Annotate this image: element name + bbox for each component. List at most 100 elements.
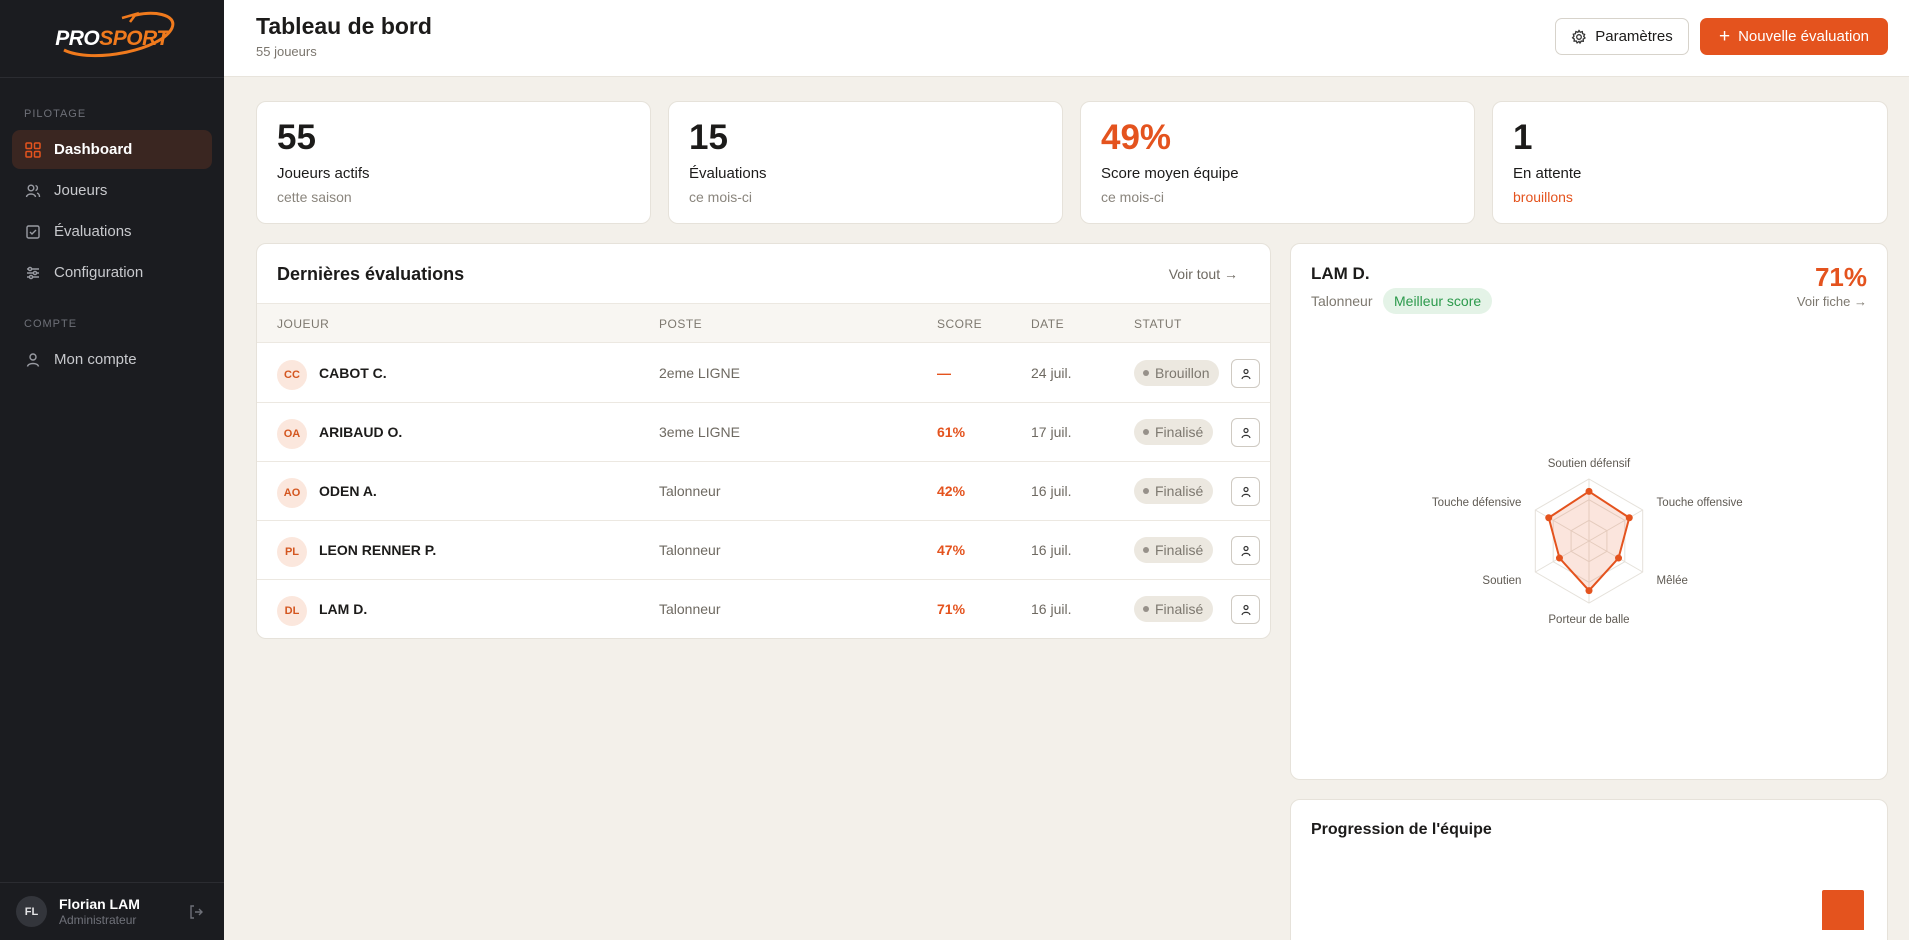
sidebar-item-dashboard[interactable]: Dashboard — [12, 130, 212, 169]
player-score: — — [937, 365, 951, 381]
column-header[interactable]: SCORE — [937, 317, 982, 331]
column-header[interactable]: JOUEUR — [277, 317, 329, 331]
radar-chart: Soutien défensif Touche offensive Mêlée Por… — [1432, 458, 1743, 626]
stat-label: Joueurs actifs — [277, 165, 370, 182]
team-progression-card: Progression de l'équipe — [1290, 799, 1888, 940]
sliders-icon — [24, 264, 42, 282]
stat-value: 49% — [1101, 118, 1172, 157]
player-score: 71% — [937, 601, 966, 617]
sidebar-item-configuration[interactable]: Configuration — [12, 253, 212, 292]
stat-sub: cette saison — [277, 189, 352, 205]
user-role: Administrateur — [59, 912, 137, 927]
avatar: CC — [277, 360, 307, 390]
column-header[interactable]: DATE — [1031, 317, 1064, 331]
sidebar-item-mon-compte[interactable]: Mon compte — [12, 340, 212, 379]
table-row[interactable]: AO ODEN A. Talonneur 42% 16 juil. Finali… — [257, 462, 1270, 521]
avatar: AO — [277, 478, 307, 508]
prosport-logo[interactable]: PROSPORT — [0, 0, 224, 78]
stat-label: En attente — [1513, 165, 1582, 182]
users-icon — [24, 182, 42, 200]
settings-button[interactable]: Paramètres — [1555, 18, 1689, 55]
column-header[interactable]: POSTE — [659, 317, 702, 331]
radar-axis-label: Soutien défensif — [1548, 458, 1631, 470]
radar-axis-label: Mêlée — [1657, 575, 1688, 587]
stat-sub[interactable]: brouillons — [1513, 189, 1573, 205]
player-position: Talonneur — [659, 601, 721, 617]
sidebar-item-label: Joueurs — [54, 182, 108, 199]
view-profile-button[interactable] — [1231, 359, 1260, 388]
player-position: 3eme LIGNE — [659, 424, 740, 440]
sidebar-item-evaluations[interactable]: Évaluations — [12, 212, 212, 251]
radar-point[interactable] — [1585, 587, 1593, 595]
stat-card-average-score: 49% Score moyen équipe ce mois-ci — [1080, 101, 1475, 224]
table-row[interactable]: OA ARIBAUD O. 3eme LIGNE 61% 17 juil. Fi… — [257, 403, 1270, 462]
evaluation-date: 24 juil. — [1031, 365, 1072, 381]
stat-sub: ce mois-ci — [689, 189, 753, 205]
player-position: 2eme LIGNE — [659, 365, 740, 381]
new-evaluation-button[interactable]: + Nouvelle évaluation — [1700, 18, 1888, 55]
stat-card-evaluations: 15 Évaluations ce mois-ci — [668, 101, 1063, 224]
status-label: Finalisé — [1155, 424, 1204, 440]
stat-sub: ce mois-ci — [1101, 189, 1165, 205]
stat-label: Score moyen équipe — [1101, 165, 1239, 182]
player-name[interactable]: ARIBAUD O. — [319, 424, 402, 440]
stat-label: Évaluations — [689, 165, 767, 182]
player-name[interactable]: ODEN A. — [319, 483, 377, 499]
settings-label: Paramètres — [1595, 28, 1673, 45]
person-icon — [1240, 368, 1252, 380]
view-profile-button[interactable] — [1231, 477, 1260, 506]
view-profile-button[interactable] — [1231, 595, 1260, 624]
sidebar: PROSPORT PILOTAGE Dashboard Joueurs Éval… — [0, 0, 224, 940]
avatar: DL — [277, 596, 307, 626]
nav-section-compte: COMPTE — [24, 318, 78, 330]
table-row[interactable]: CC CABOT C. 2eme LIGNE — 24 juil. Brouil… — [257, 344, 1270, 403]
stat-card-pending: 1 En attente brouillons — [1492, 101, 1888, 224]
player-name[interactable]: LAM D. — [319, 601, 367, 617]
column-header[interactable]: STATUT — [1134, 317, 1182, 331]
person-icon — [1240, 486, 1252, 498]
player-score: 61% — [937, 424, 966, 440]
radar-axis-label: Touche offensive — [1657, 497, 1743, 509]
progression-bar[interactable] — [1822, 890, 1864, 930]
sidebar-item-label: Évaluations — [54, 223, 132, 240]
avatar: OA — [277, 419, 307, 449]
player-name[interactable]: LEON RENNER P. — [319, 542, 436, 558]
stat-value: 55 — [277, 118, 316, 157]
view-profile-button[interactable] — [1231, 536, 1260, 565]
radar-point[interactable] — [1585, 487, 1593, 495]
status-label: Finalisé — [1155, 542, 1204, 558]
status-dot-icon — [1143, 606, 1149, 612]
status-dot-icon — [1143, 370, 1149, 376]
dashboard-icon — [24, 141, 42, 159]
status-badge: Brouillon — [1134, 360, 1220, 386]
user-profile: FL Florian LAM Administrateur — [0, 882, 224, 940]
status-badge: Finalisé — [1134, 596, 1214, 622]
person-icon — [1240, 427, 1252, 439]
evaluation-date: 17 juil. — [1031, 424, 1072, 440]
radar-point[interactable] — [1555, 554, 1563, 562]
radar-point[interactable] — [1545, 514, 1553, 522]
logout-icon[interactable] — [188, 904, 204, 925]
player-score: 47% — [937, 542, 966, 558]
radar-point[interactable] — [1625, 514, 1633, 522]
see-all-link[interactable]: Voir tout → — [1169, 266, 1238, 282]
status-dot-icon — [1143, 429, 1149, 435]
avatar: PL — [277, 537, 307, 567]
table-row[interactable]: PL LEON RENNER P. Talonneur 47% 16 juil.… — [257, 521, 1270, 580]
player-position: Talonneur — [659, 483, 721, 499]
stat-value: 15 — [689, 118, 728, 157]
evaluations-table-card: Dernières évaluations Voir tout → JOUEUR… — [256, 243, 1271, 639]
evaluation-date: 16 juil. — [1031, 542, 1072, 558]
view-profile-button[interactable] — [1231, 418, 1260, 447]
radar-point[interactable] — [1615, 554, 1623, 562]
player-name[interactable]: CABOT C. — [319, 365, 387, 381]
evaluation-date: 16 juil. — [1031, 601, 1072, 617]
table-row[interactable]: DL LAM D. Talonneur 71% 16 juil. Finalis… — [257, 580, 1270, 638]
status-label: Finalisé — [1155, 483, 1204, 499]
best-player-card: LAM D. Talonneur Meilleur score 71% Voir… — [1290, 243, 1888, 780]
sidebar-item-joueurs[interactable]: Joueurs — [12, 171, 212, 210]
avatar: FL — [16, 896, 47, 927]
status-badge: Finalisé — [1134, 419, 1214, 445]
plus-icon: + — [1718, 26, 1731, 47]
status-label: Finalisé — [1155, 601, 1204, 617]
